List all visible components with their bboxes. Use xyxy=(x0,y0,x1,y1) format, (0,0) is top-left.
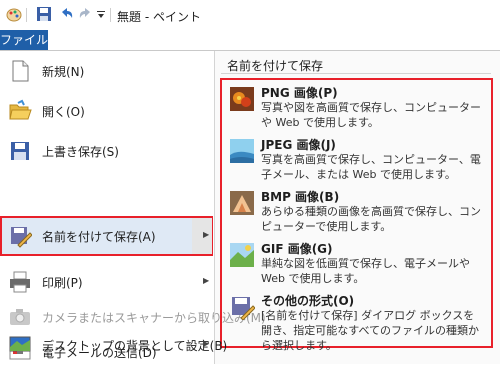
format-title: その他の形式(O) xyxy=(261,294,355,308)
undo-icon[interactable] xyxy=(58,6,74,22)
menu-item-new[interactable]: 新規(N) xyxy=(0,51,214,91)
menu-item-label: 印刷(P) xyxy=(42,276,83,290)
divider xyxy=(110,8,111,22)
title-bar: 無題 - ペイント xyxy=(0,0,500,30)
menu-item-open[interactable]: 開く(O) xyxy=(0,91,214,131)
submenu-arrow-icon: ▶ xyxy=(203,230,210,239)
format-description: [名前を付けて保存] ダイアログ ボックスを開き、指定可能なすべてのファイルの種… xyxy=(261,309,480,352)
format-description: 単純な図を低画質で保存し、電子メールや Web で使用します。 xyxy=(261,257,470,285)
redo-icon[interactable] xyxy=(78,6,94,22)
save-as-bmp[interactable]: BMP 画像(B) あらゆる種類の画像を高画質で保存し、コンピューターで使用しま… xyxy=(223,184,485,236)
save-as-png[interactable]: PNG 画像(P) 写真や図を高画質で保存し、コンピューターや Web で使用し… xyxy=(223,80,485,132)
menu-item-label: 上書き保存(S) xyxy=(42,145,119,159)
format-title: BMP 画像(B) xyxy=(261,190,340,204)
open-folder-icon xyxy=(9,99,32,120)
gif-image-icon xyxy=(230,243,254,267)
menu-item-label: 開く(O) xyxy=(42,105,85,119)
window-title: 無題 - ペイント xyxy=(117,10,201,24)
save-as-icon xyxy=(11,227,32,248)
customize-toolbar-icon[interactable] xyxy=(96,6,106,22)
format-title: PNG 画像(P) xyxy=(261,86,338,100)
save-as-other-formats[interactable]: その他の形式(O) [名前を付けて保存] ダイアログ ボックスを開き、指定可能な… xyxy=(223,288,485,352)
save-as-submenu: 名前を付けて保存 PNG 画像(P) 写真や図を高画質で保存し、コンピューターや… xyxy=(215,51,500,364)
menu-item-set-desktop-background[interactable]: デスクトップの背景として設定(B) ▶ xyxy=(0,325,227,365)
submenu-title: 名前を付けて保存 xyxy=(227,59,324,73)
menu-item-print[interactable]: 印刷(P) ▶ xyxy=(0,262,214,302)
menu-item-label: 名前を付けて保存(A) xyxy=(42,230,156,244)
new-file-icon xyxy=(12,60,29,82)
desktop-background-icon xyxy=(9,336,31,354)
menu-item-save[interactable]: 上書き保存(S) xyxy=(0,131,214,171)
paint-app-icon[interactable] xyxy=(6,6,22,22)
save-icon[interactable] xyxy=(36,6,52,22)
menu-item-label: 新規(N) xyxy=(42,65,85,79)
submenu-title-divider xyxy=(221,73,491,74)
other-formats-icon xyxy=(232,297,255,320)
submenu-arrow-icon: ▶ xyxy=(203,276,210,285)
ribbon-tab-bar xyxy=(0,30,500,49)
format-description: 写真や図を高画質で保存し、コンピューターや Web で使用します。 xyxy=(261,101,481,129)
printer-icon xyxy=(10,271,30,293)
divider xyxy=(26,8,27,22)
format-description: あらゆる種類の画像を高画質で保存し、コンピューターで使用します。 xyxy=(261,205,481,233)
file-menu: 新規(N) 開く(O) 上書き保存(S) 名前を付けて保存(A) ▶ 印刷(P)… xyxy=(0,50,500,364)
format-description: 写真を高画質で保存し、コンピューター、電子メール、または Web で使用します。 xyxy=(261,153,481,181)
save-as-gif[interactable]: GIF 画像(G) 単純な図を低画質で保存し、電子メールや Web で使用します… xyxy=(223,236,485,288)
format-title: JPEG 画像(J) xyxy=(261,138,336,152)
file-tab[interactable]: ファイル xyxy=(0,30,48,50)
save-as-jpeg[interactable]: JPEG 画像(J) 写真を高画質で保存し、コンピューター、電子メール、または … xyxy=(223,132,485,184)
jpeg-image-icon xyxy=(230,139,254,163)
png-image-icon xyxy=(230,87,254,111)
menu-item-label: デスクトップの背景として設定(B) xyxy=(42,339,228,353)
file-menu-commands: 新規(N) 開く(O) 上書き保存(S) 名前を付けて保存(A) ▶ 印刷(P)… xyxy=(0,51,266,364)
submenu-arrow-icon: ▶ xyxy=(203,339,210,348)
bmp-image-icon xyxy=(230,191,254,215)
save-icon xyxy=(11,142,29,160)
format-title: GIF 画像(G) xyxy=(261,242,333,256)
menu-item-save-as[interactable]: 名前を付けて保存(A) ▶ xyxy=(0,216,214,256)
